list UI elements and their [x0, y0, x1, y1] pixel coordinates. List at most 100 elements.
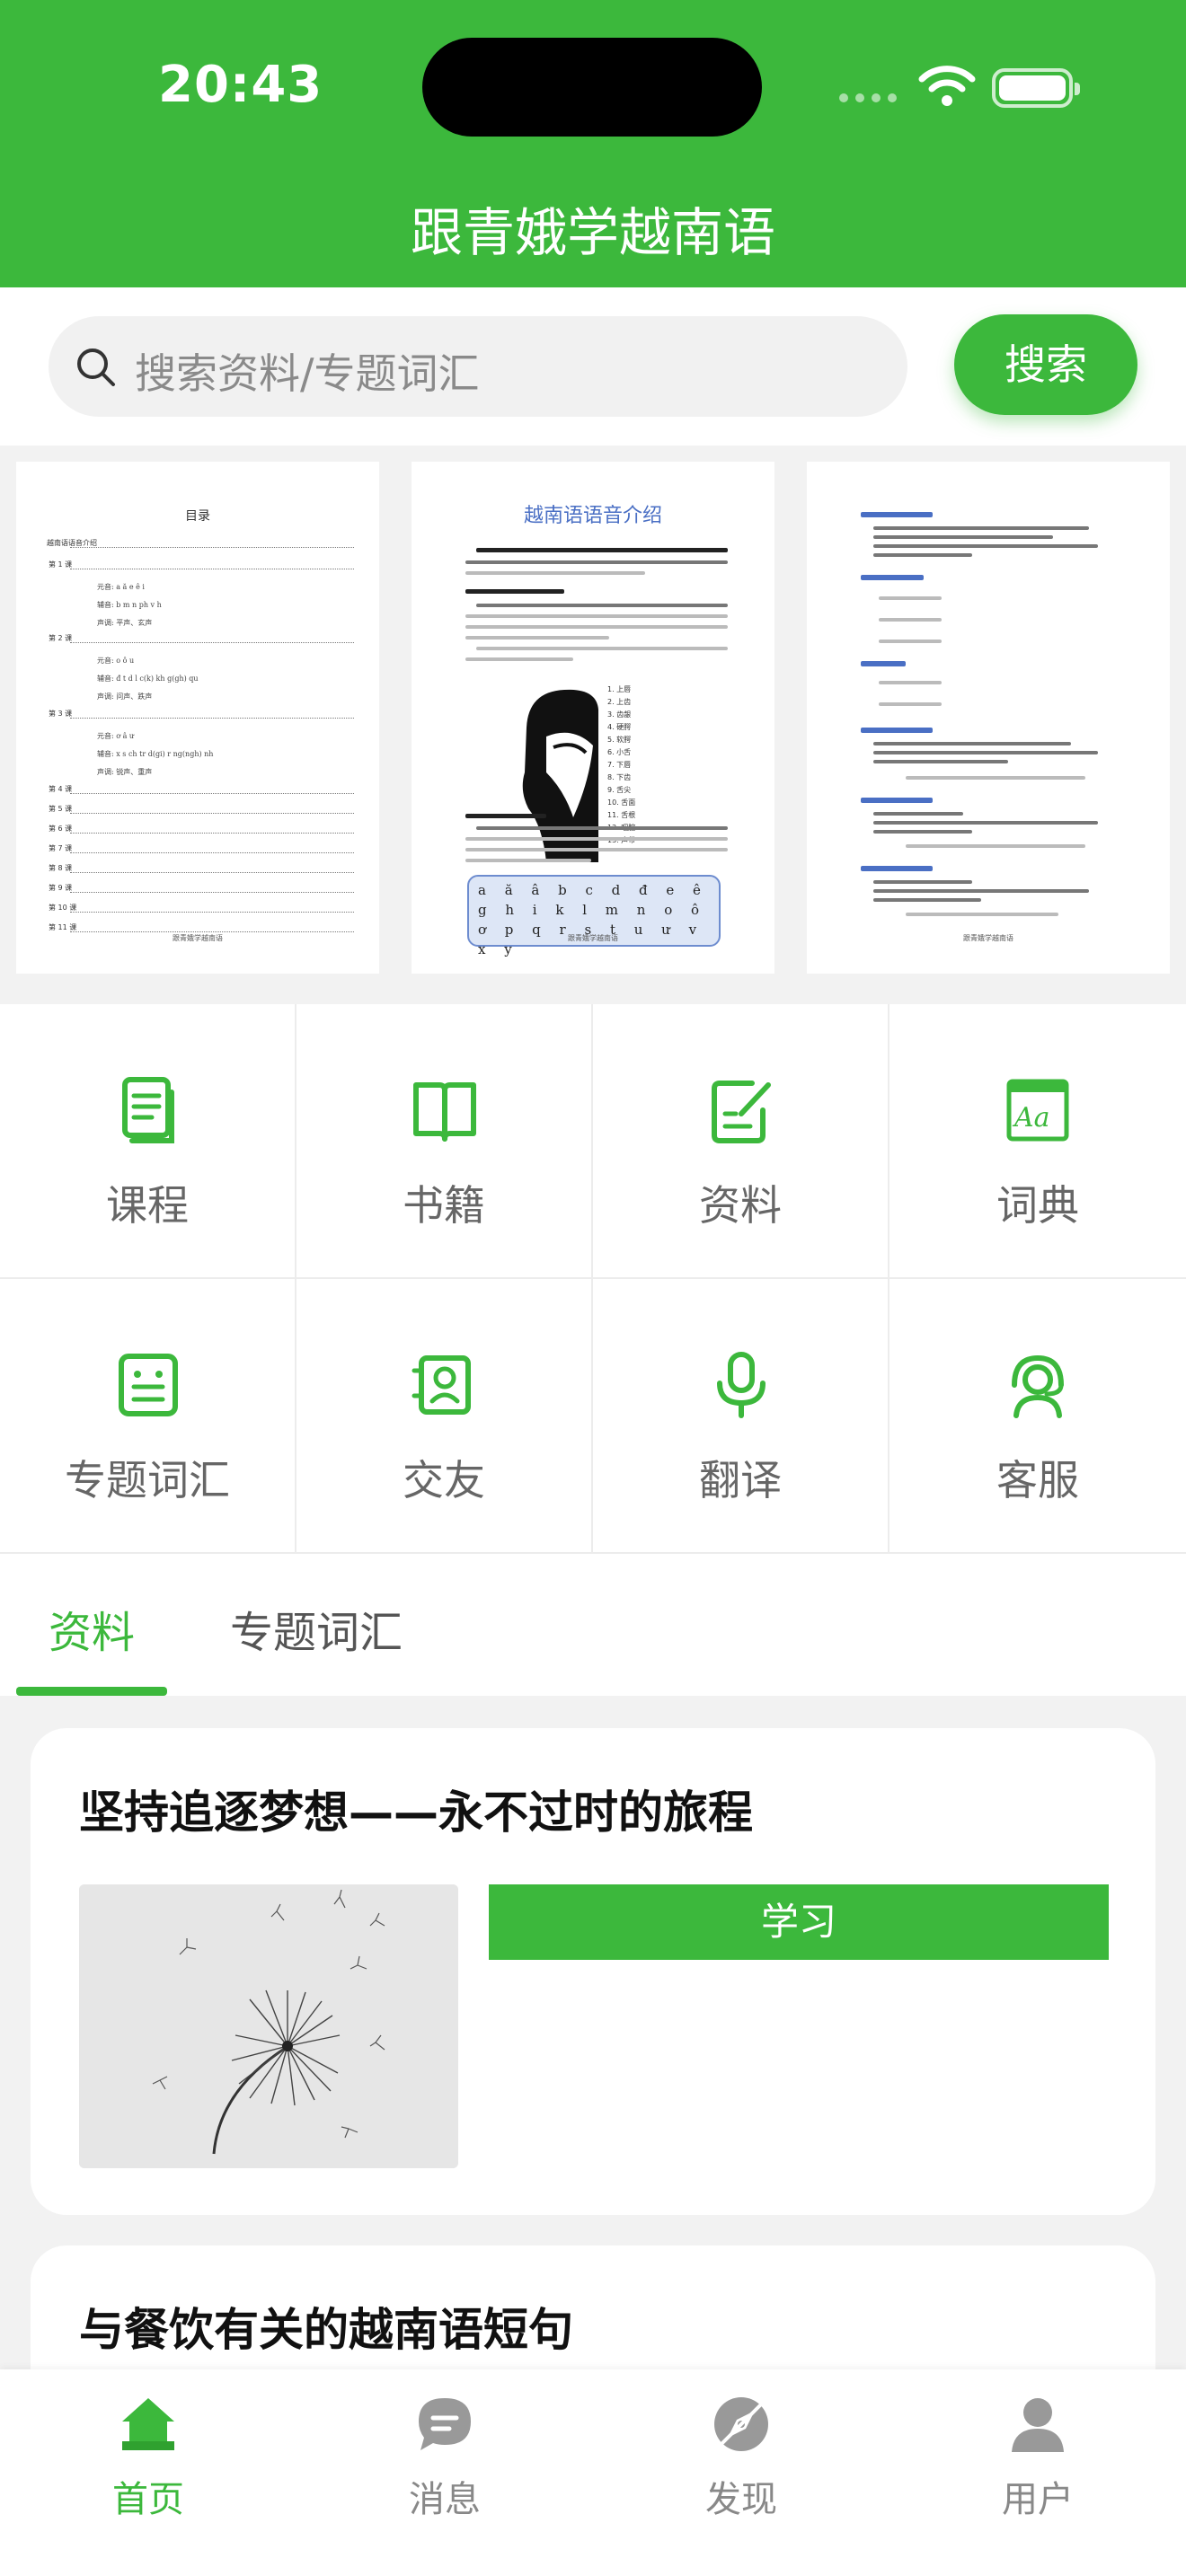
grid-item-course[interactable]: 课程 [0, 1004, 296, 1279]
text-line [465, 589, 564, 594]
toc-row: 第 11 课 [49, 923, 354, 932]
toc-row: 第 9 课 [49, 884, 354, 893]
text-line [465, 614, 728, 618]
text-line [861, 798, 933, 803]
svg-text:9. 舌尖: 9. 舌尖 [607, 785, 631, 794]
doc-footer: 跟青娥学越南语 [963, 934, 1013, 942]
text-line [873, 889, 1089, 893]
toc-sub: 声调: 锐声、重声 [97, 768, 153, 776]
svg-text:11. 舌根: 11. 舌根 [607, 810, 635, 819]
vocabulary-icon [119, 1354, 178, 1416]
card-title: 坚持追逐梦想——永不过时的旅程 [79, 1786, 753, 1839]
app-title: 跟青娥学越南语 [410, 202, 775, 263]
study-button[interactable]: 学习 [489, 1884, 1109, 1960]
header: 20:43 跟青娥学越南语 [0, 0, 1186, 287]
toc-row: 第 6 课 [49, 825, 354, 834]
dandelion-image [79, 1884, 458, 2168]
user-icon [1012, 2398, 1064, 2452]
toc-row: 第 4 课 [49, 785, 354, 794]
nav-item-discover[interactable]: 发现 [593, 2395, 890, 2520]
grid-label: 交友 [403, 1456, 485, 1504]
grid-label: 客服 [996, 1456, 1079, 1504]
grid-item-books[interactable]: 书籍 [296, 1004, 593, 1279]
toc-sub: 声调: 问声、跌声 [97, 693, 153, 701]
grid-label: 书籍 [403, 1181, 485, 1230]
nav-item-home[interactable]: 首页 [0, 2395, 296, 2520]
toc-row: 第 8 课 [49, 864, 354, 873]
card-title: 与餐饮有关的越南语短句 [79, 2304, 573, 2356]
toc-row: 越南语语音介绍 [47, 539, 354, 548]
svg-text:2. 上齿: 2. 上齿 [607, 698, 631, 706]
book-icon [413, 1082, 476, 1142]
tab-vocabulary[interactable]: 专题词汇 [230, 1597, 403, 1660]
grid-label: 课程 [106, 1181, 189, 1230]
toc-sub: 元音: o ô u [97, 657, 135, 665]
text-line [873, 553, 972, 557]
tab-materials[interactable]: 资料 [49, 1597, 135, 1660]
svg-text:7. 下唇: 7. 下唇 [607, 761, 631, 769]
toc-sub: 辅音: b m n ph v h [97, 601, 162, 609]
dictionary-icon: Aa [1006, 1079, 1069, 1142]
article-card[interactable]: 坚持追逐梦想——永不过时的旅程 学习 [31, 1728, 1155, 2215]
text-line [879, 681, 942, 684]
toc-row: 第 5 课 [49, 805, 354, 814]
text-line [879, 618, 942, 622]
text-line [873, 535, 1053, 539]
app-screen: 20:43 跟青娥学越南语 搜索资料/专题词汇 搜索 目录 越南语语音介绍 第 … [0, 0, 1186, 2576]
grid-item-materials[interactable]: 资料 [593, 1004, 890, 1279]
search-input[interactable]: 搜索资料/专题词汇 [49, 316, 907, 417]
banner-doc-phonetics[interactable]: 越南语语音介绍 1. 上唇 2. 上齿 3. 齿龈 4. 硬腭 5. 软腭 6.… [412, 462, 774, 974]
text-line [861, 661, 906, 666]
discover-icon [714, 2397, 768, 2451]
toc-row: 第 2 课 [49, 634, 354, 643]
grid-label: 翻译 [699, 1456, 782, 1504]
text-line [873, 742, 1071, 745]
doc-title: 目录 [185, 509, 210, 524]
text-line [861, 866, 933, 871]
grid-label: 专题词汇 [65, 1456, 230, 1504]
svg-text:10. 舌面: 10. 舌面 [607, 798, 635, 807]
text-line [906, 844, 1085, 848]
text-line [873, 898, 981, 902]
nav-label: 首页 [112, 2479, 184, 2520]
text-line [861, 728, 933, 733]
banner-carousel[interactable]: 目录 越南语语音介绍 第 1 课 元音: a ă e ê i 辅音: b m n… [0, 446, 1186, 1004]
text-line [476, 647, 728, 650]
nav-item-user[interactable]: 用户 [890, 2395, 1186, 2520]
banner-doc-lessons[interactable]: 跟青娥学越南语 [807, 462, 1170, 974]
wifi-icon [918, 66, 976, 106]
message-icon [419, 2398, 471, 2450]
text-line [873, 751, 1098, 754]
text-line [906, 776, 1085, 780]
banner-doc-contents[interactable]: 目录 越南语语音介绍 第 1 课 元音: a ă e ê i 辅音: b m n… [16, 462, 379, 974]
grid-item-translate[interactable]: 翻译 [593, 1279, 890, 1554]
search-icon [77, 348, 115, 386]
toc-row: 第 3 课 [49, 710, 354, 719]
doc-title: 越南语语音介绍 [523, 505, 662, 527]
grid-item-friends[interactable]: 交友 [296, 1279, 593, 1554]
text-line [879, 596, 942, 600]
text-line [873, 526, 1089, 530]
feature-grid: 课程 书籍 资料 Aa 词典 专题词汇 交友 翻译 客服 [0, 1004, 1186, 1554]
tab-active-indicator [16, 1687, 167, 1696]
nav-label: 用户 [1002, 2479, 1074, 2520]
nav-label: 消息 [409, 2479, 481, 2520]
grid-item-customer-service[interactable]: 客服 [890, 1279, 1186, 1554]
nav-item-messages[interactable]: 消息 [296, 2395, 593, 2520]
battery-icon [992, 68, 1080, 108]
text-line [861, 575, 924, 580]
edit-doc-icon [712, 1081, 771, 1143]
toc-sub: 元音: ơ â ư [97, 732, 135, 740]
text-line [879, 640, 942, 643]
text-line [476, 826, 728, 830]
grid-item-vocabulary[interactable]: 专题词汇 [0, 1279, 296, 1554]
grid-label: 词典 [996, 1181, 1079, 1230]
svg-text:3. 齿龈: 3. 齿龈 [607, 710, 631, 719]
cellular-signal-icon [839, 93, 897, 102]
grid-item-dictionary[interactable]: Aa 词典 [890, 1004, 1186, 1279]
course-doc-icon [122, 1077, 174, 1143]
toc-sub: 声调: 平声、玄声 [97, 619, 153, 627]
search-button[interactable]: 搜索 [954, 314, 1137, 415]
text-line [476, 604, 728, 607]
text-line [465, 560, 728, 564]
